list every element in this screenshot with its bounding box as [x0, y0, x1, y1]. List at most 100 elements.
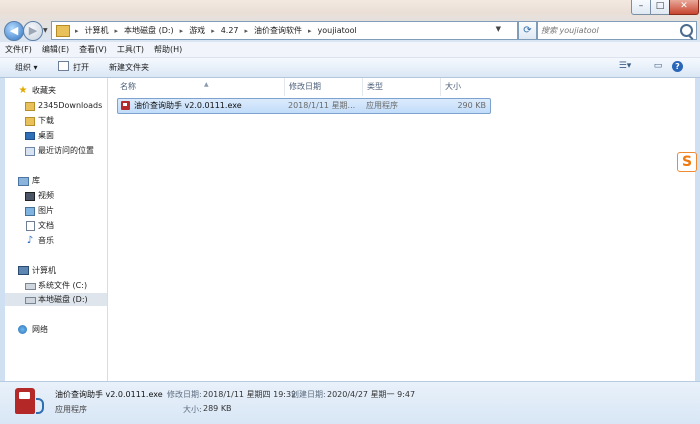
nav-drive-c[interactable]: 系统文件 (C:)	[5, 279, 107, 292]
details-modified-label: 修改日期:	[167, 390, 202, 399]
breadcrumb-4-27[interactable]: 4.27	[218, 26, 242, 35]
close-button[interactable]: ✕	[669, 0, 699, 15]
search-input[interactable]	[541, 23, 676, 37]
breadcrumb-separator-icon[interactable]: ▸	[208, 27, 218, 35]
nav-recent-places[interactable]: 最近访问的位置	[5, 144, 107, 157]
details-created-label: 创建日期:	[291, 390, 326, 399]
refresh-button[interactable]: ⟳	[518, 21, 537, 40]
nav-drive-d[interactable]: 本地磁盘 (D:)	[5, 293, 107, 306]
sort-up-icon: ▲	[204, 81, 209, 88]
nav-music-label: 音乐	[38, 236, 54, 245]
nav-network-label: 网络	[32, 325, 48, 334]
column-size[interactable]: 大小	[440, 78, 493, 96]
computer-icon	[18, 266, 29, 275]
breadcrumb-youjiatool[interactable]: youjiatool	[315, 26, 360, 35]
address-dropdown-icon[interactable]: ▼	[496, 25, 501, 33]
library-icon	[18, 177, 29, 186]
file-list-pane[interactable]: 名称 ▲ 修改日期 类型 大小 油价查询助手 v2.0.0111.exe 2018…	[108, 78, 695, 381]
fuel-pump-app-icon	[15, 388, 44, 414]
open-icon	[58, 61, 69, 71]
column-type[interactable]: 类型	[362, 78, 443, 96]
network-icon	[18, 325, 27, 334]
maximize-button[interactable]: □	[650, 0, 670, 15]
nav-desktop[interactable]: 桌面	[5, 129, 107, 142]
nav-2345downloads-label: 2345Downloads	[38, 101, 103, 110]
nav-favorites[interactable]: ★ 收藏夹	[5, 84, 107, 97]
details-created-value: 2020/4/27 星期一 9:47	[327, 390, 416, 399]
nav-2345downloads[interactable]: 2345Downloads	[5, 99, 107, 112]
nav-download[interactable]: 下载	[5, 114, 107, 127]
recent-pages-dropdown-icon[interactable]: ▼	[43, 27, 48, 34]
menu-view[interactable]: 查看(V)	[74, 42, 112, 57]
breadcrumb-games[interactable]: 游戏	[186, 25, 208, 36]
open-label: 打开	[73, 63, 89, 72]
file-type: 应用程序	[366, 101, 398, 110]
explorer-window: – □ ✕ ◀ ▶ ▼ ▸ 计算机 ▸ 本地磁盘 (D:) ▸ 游戏 ▸ 4.2…	[0, 0, 700, 424]
navigation-pane: ★ 收藏夹 2345Downloads 下载 桌面 最近访问的位置 库 视频 图…	[5, 78, 108, 381]
video-icon	[25, 192, 35, 201]
forward-arrow-icon: ▶	[28, 24, 38, 37]
recent-places-icon	[25, 147, 35, 156]
breadcrumb-drive-d[interactable]: 本地磁盘 (D:)	[121, 25, 177, 36]
nav-drive-d-label: 本地磁盘 (D:)	[38, 295, 88, 304]
nav-libraries-label: 库	[32, 176, 40, 185]
breadcrumb-computer[interactable]: 计算机	[82, 25, 112, 36]
column-name-label: 名称	[120, 82, 136, 91]
details-modified-value: 2018/1/11 星期四 19:32	[203, 390, 297, 399]
search-box[interactable]	[537, 21, 697, 40]
menu-file[interactable]: 文件(F)	[0, 42, 37, 57]
nav-favorites-label: 收藏夹	[32, 86, 56, 95]
details-file-type: 应用程序	[55, 405, 87, 414]
search-icon[interactable]	[680, 24, 693, 37]
fuel-pump-app-icon	[121, 101, 130, 110]
menu-help[interactable]: 帮助(H)	[149, 42, 187, 57]
change-view-icon[interactable]: ☰▾	[618, 60, 632, 73]
folder-icon	[25, 102, 35, 111]
breadcrumb-separator-icon[interactable]: ▸	[112, 27, 122, 35]
refresh-icon: ⟳	[523, 25, 532, 36]
column-header: 名称 ▲ 修改日期 类型 大小	[108, 78, 695, 96]
details-size-value: 289 KB	[203, 404, 232, 413]
nav-documents[interactable]: 文档	[5, 219, 107, 232]
back-button[interactable]: ◀	[4, 21, 24, 41]
file-date: 2018/1/11 星期...	[288, 101, 356, 110]
menu-bar: 文件(F) 编辑(E) 查看(V) 工具(T) 帮助(H)	[0, 42, 700, 58]
column-name[interactable]: 名称 ▲	[116, 78, 286, 96]
nav-videos[interactable]: 视频	[5, 189, 107, 202]
file-name: 油价查询助手 v2.0.0111.exe	[134, 101, 242, 110]
organize-button[interactable]: 组织 ▾	[15, 58, 38, 77]
desktop-icon	[25, 132, 35, 140]
document-icon	[26, 221, 35, 231]
nav-computer[interactable]: 计算机	[5, 264, 107, 277]
file-row[interactable]: 油价查询助手 v2.0.0111.exe 2018/1/11 星期... 应用程…	[117, 98, 491, 114]
nav-computer-label: 计算机	[32, 266, 56, 275]
details-file-name: 油价查询助手 v2.0.0111.exe	[55, 390, 163, 399]
breadcrumb-separator-icon[interactable]: ▸	[305, 27, 315, 35]
details-size-label: 大小:	[183, 405, 202, 414]
breadcrumb-separator-icon[interactable]: ▸	[242, 27, 252, 35]
breadcrumb-separator-icon[interactable]: ▸	[72, 27, 82, 35]
forward-button[interactable]: ▶	[23, 21, 43, 41]
breadcrumb-separator-icon[interactable]: ▸	[177, 27, 187, 35]
nav-pictures-label: 图片	[38, 206, 54, 215]
breadcrumb-oil-price-software[interactable]: 油价查询软件	[251, 25, 305, 36]
nav-documents-label: 文档	[38, 221, 54, 230]
sogou-ime-icon[interactable]: S	[677, 152, 697, 172]
title-bar: – □ ✕ ◀ ▶ ▼ ▸ 计算机 ▸ 本地磁盘 (D:) ▸ 游戏 ▸ 4.2…	[0, 0, 700, 42]
nav-music[interactable]: ♪ 音乐	[5, 234, 107, 247]
nav-desktop-label: 桌面	[38, 131, 54, 140]
nav-pictures[interactable]: 图片	[5, 204, 107, 217]
download-folder-icon	[25, 117, 35, 126]
preview-pane-icon[interactable]: ▭	[651, 60, 665, 73]
help-icon[interactable]: ?	[672, 61, 683, 72]
open-button[interactable]: 打开	[58, 58, 89, 77]
menu-tools[interactable]: 工具(T)	[112, 42, 149, 57]
nav-network[interactable]: 网络	[5, 323, 107, 336]
nav-libraries[interactable]: 库	[5, 174, 107, 187]
column-date-modified[interactable]: 修改日期	[284, 78, 365, 96]
nav-videos-label: 视频	[38, 191, 54, 200]
minimize-button[interactable]: –	[631, 0, 651, 15]
address-bar[interactable]: ▸ 计算机 ▸ 本地磁盘 (D:) ▸ 游戏 ▸ 4.27 ▸ 油价查询软件 ▸…	[51, 21, 518, 40]
menu-edit[interactable]: 编辑(E)	[37, 42, 74, 57]
new-folder-button[interactable]: 新建文件夹	[109, 58, 149, 77]
